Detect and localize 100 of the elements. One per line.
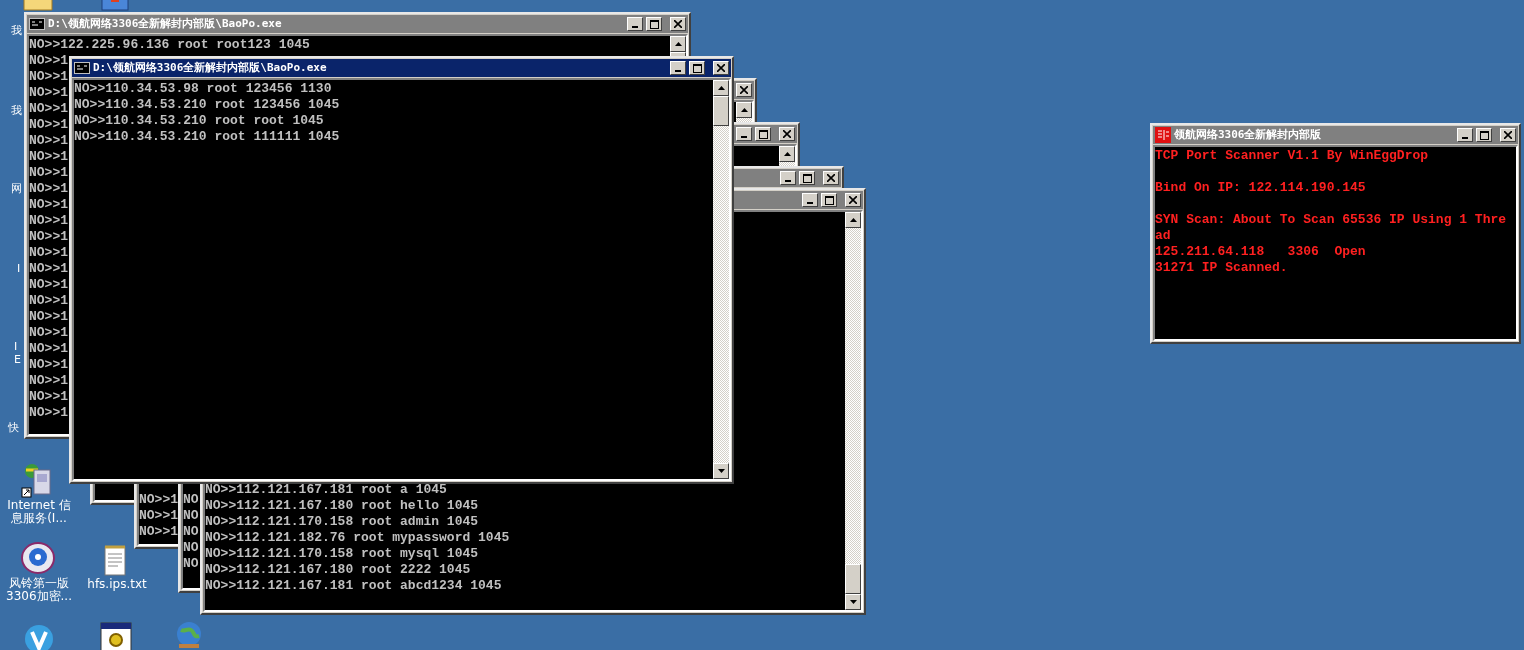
disc-icon[interactable] <box>20 540 56 576</box>
icon-label[interactable]: 快 <box>8 421 19 434</box>
console-line: NO>>112.121.170.158 root mysql 1045 <box>205 546 479 562</box>
console-line: Bind On IP: 122.114.190.145 <box>1155 180 1366 196</box>
close-icon <box>674 20 682 28</box>
console-line: NO>>112.121.167.181 root abcd1234 1045 <box>205 578 502 594</box>
close-button[interactable] <box>845 193 861 207</box>
console-line: NO>>110.34.53.210 root root 1045 <box>74 113 324 129</box>
scroll-up-button[interactable] <box>736 102 752 118</box>
console-line: NO <box>183 556 199 572</box>
maximize-button[interactable] <box>821 193 837 207</box>
console-icon <box>74 62 90 74</box>
console-line: NO>>112.121.170.158 root admin 1045 <box>205 514 479 530</box>
icon-label[interactable]: E <box>14 353 21 366</box>
window-title: D:\领航网络3306全新解封内部版\BaoPo.exe <box>93 59 327 76</box>
maximize-button[interactable] <box>646 17 662 31</box>
maximize-icon <box>758 129 768 139</box>
console-line: NO>>1 <box>29 309 68 325</box>
console-line: NO>>1 <box>29 293 68 309</box>
gear-window-icon[interactable] <box>100 622 132 650</box>
icon-label[interactable]: Internet 信息服务(I... <box>2 499 76 525</box>
console-line: NO>>1 <box>29 101 68 117</box>
maximize-button[interactable] <box>799 171 815 185</box>
console-line: NO>>1 <box>29 53 68 69</box>
console-line: NO>>1 <box>29 341 68 357</box>
console-line: NO>>1 <box>29 149 68 165</box>
icon-label[interactable]: 我 <box>11 24 22 37</box>
console-line: NO>>1 <box>29 245 68 261</box>
title-bar[interactable]: D:\领航网络3306全新解封内部版\BaoPo.exe <box>27 15 688 33</box>
window-title: D:\领航网络3306全新解封内部版\BaoPo.exe <box>48 15 282 32</box>
icon-label[interactable]: 我 <box>11 104 22 117</box>
console-line: NO>>1 <box>29 229 68 245</box>
console-line: NO>>110.34.53.98 root 123456 1130 <box>74 81 332 97</box>
close-button[interactable] <box>736 83 752 97</box>
icon-label[interactable]: 风铃第一版3306加密... <box>2 577 76 603</box>
scrollbar[interactable] <box>713 80 729 479</box>
up-arrow-icon <box>783 152 791 156</box>
scroll-up-button[interactable] <box>713 80 729 96</box>
close-icon <box>783 130 791 138</box>
minimize-button[interactable] <box>1457 128 1473 142</box>
close-icon <box>1504 131 1512 139</box>
console-line: NO>>1 <box>29 69 68 85</box>
console-line: ad <box>1155 228 1171 244</box>
title-bar[interactable]: 领航网络3306全新解封内部版 <box>1153 126 1518 144</box>
scroll-up-button[interactable] <box>779 146 795 162</box>
console-line: NO>>112.121.167.180 root hello 1045 <box>205 498 479 514</box>
v-logo-icon[interactable] <box>24 624 54 650</box>
minimize-button[interactable] <box>780 171 796 185</box>
up-arrow-icon <box>849 218 857 222</box>
console-icon <box>29 18 45 30</box>
console-line: NO>>1 <box>139 524 178 540</box>
title-bar[interactable]: D:\领航网络3306全新解封内部版\BaoPo.exe <box>72 59 731 77</box>
scrollbar[interactable] <box>845 212 861 610</box>
maximize-button[interactable] <box>689 61 705 75</box>
minimize-button[interactable] <box>670 61 686 75</box>
console-line: NO>>1 <box>29 213 68 229</box>
minimize-button[interactable] <box>627 17 643 31</box>
maximize-icon <box>649 19 659 29</box>
console-line: TCP Port Scanner V1.1 By WinEggDrop <box>1155 148 1429 164</box>
console-line: NO>>1 <box>29 181 68 197</box>
console-line: NO>>1 <box>29 389 68 405</box>
icon-label[interactable]: I <box>14 340 18 353</box>
console-line: NO>>1 <box>139 508 178 524</box>
scroll-up-button[interactable] <box>670 36 686 52</box>
maximize-button[interactable] <box>1476 128 1492 142</box>
console-line: NO>>1 <box>29 277 68 293</box>
console-line: NO <box>183 524 199 540</box>
icon-label[interactable]: I <box>17 262 21 275</box>
console-line: NO <box>183 540 199 556</box>
console-line: NO>>110.34.53.210 root 111111 1045 <box>74 129 340 145</box>
console-line: NO>>1 <box>29 197 68 213</box>
console-line: 31271 IP Scanned. <box>1155 260 1288 276</box>
minimize-button[interactable] <box>802 193 818 207</box>
console-line: NO <box>183 508 199 524</box>
console-line: 125.211.64.118 3306 Open <box>1155 244 1366 260</box>
scroll-thumb[interactable] <box>713 96 729 126</box>
seal-icon <box>1155 127 1171 143</box>
console-line: NO>>1 <box>139 492 178 508</box>
up-arrow-icon <box>740 108 748 112</box>
close-button[interactable] <box>713 61 729 75</box>
scroll-down-button[interactable] <box>845 594 861 610</box>
icon-label[interactable]: hfs.ips.txt <box>80 578 154 591</box>
minimize-button[interactable] <box>736 127 752 141</box>
console-line: NO>>1 <box>29 133 68 149</box>
icon-label[interactable]: 网 <box>11 182 22 195</box>
console-line: NO>>1 <box>29 357 68 373</box>
close-button[interactable] <box>1500 128 1516 142</box>
console-line: NO>>122.225.96.136 root root123 1045 <box>29 37 310 53</box>
scroll-down-button[interactable] <box>713 463 729 479</box>
down-arrow-icon <box>717 469 725 473</box>
console-line: NO>>112.121.182.76 root mypassword 1045 <box>205 530 510 546</box>
maximize-button[interactable] <box>755 127 771 141</box>
close-button[interactable] <box>670 17 686 31</box>
scroll-thumb[interactable] <box>845 564 861 594</box>
close-button[interactable] <box>823 171 839 185</box>
console-line: SYN Scan: About To Scan 65536 IP Using 1 Thre <box>1155 212 1507 228</box>
close-button[interactable] <box>779 127 795 141</box>
maximize-icon <box>1479 130 1489 140</box>
scroll-up-button[interactable] <box>845 212 861 228</box>
close-icon <box>849 196 857 204</box>
